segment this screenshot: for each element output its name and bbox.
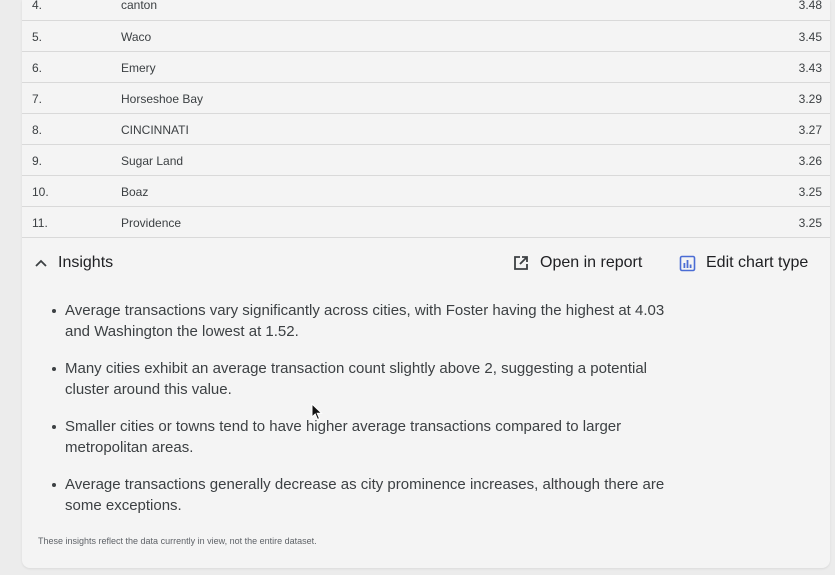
insights-title: Insights xyxy=(58,254,114,271)
edit-chart-type-button[interactable]: Edit chart type xyxy=(679,254,808,272)
row-value: 3.26 xyxy=(798,154,822,168)
table-row[interactable]: 11. Providence 3.25 xyxy=(22,207,830,238)
open-in-report-button[interactable]: Open in report xyxy=(512,254,642,272)
insight-item: Smaller cities or towns tend to have hig… xyxy=(52,416,672,458)
insight-item: Average transactions generally decrease … xyxy=(52,474,672,516)
open-in-report-label: Open in report xyxy=(540,254,643,271)
row-city: Sugar Land xyxy=(121,154,184,168)
row-rank: 6. xyxy=(32,61,43,75)
row-value: 3.45 xyxy=(798,30,822,44)
insight-item: Average transactions vary significantly … xyxy=(52,300,672,342)
chevron-up-icon xyxy=(35,259,47,267)
row-city: Providence xyxy=(121,216,182,230)
insight-item: Many cities exhibit an average transacti… xyxy=(52,358,672,400)
table-row[interactable]: 10. Boaz 3.25 xyxy=(22,176,830,207)
mouse-pointer-icon xyxy=(311,403,323,421)
row-value: 3.29 xyxy=(798,92,822,106)
insights-header: Insights Open in report Edit chart type xyxy=(22,250,830,280)
row-city: Emery xyxy=(121,61,156,75)
row-value: 3.43 xyxy=(798,61,822,75)
row-city: Boaz xyxy=(121,185,149,199)
insights-footnote: These insights reflect the data currentl… xyxy=(38,536,317,546)
row-rank: 4. xyxy=(32,0,43,12)
row-rank: 7. xyxy=(32,92,43,106)
table-row[interactable]: 4. canton 3.48 xyxy=(22,0,830,21)
open-in-new-icon xyxy=(514,256,528,270)
table-row[interactable]: 9. Sugar Land 3.26 xyxy=(22,145,830,176)
edit-chart-type-label: Edit chart type xyxy=(706,254,809,271)
row-value: 3.25 xyxy=(798,216,822,230)
row-city: Waco xyxy=(121,30,152,44)
row-city: canton xyxy=(121,0,158,12)
table-row[interactable]: 6. Emery 3.43 xyxy=(22,52,830,83)
row-value: 3.27 xyxy=(798,123,822,137)
insights-list: Average transactions vary significantly … xyxy=(52,300,672,532)
row-city: CINCINNATI xyxy=(121,123,189,137)
insights-card: 4. canton 3.48 5. Waco 3.45 6. Emery 3.4… xyxy=(22,0,830,568)
row-value: 3.25 xyxy=(798,185,822,199)
data-table: 4. canton 3.48 5. Waco 3.45 6. Emery 3.4… xyxy=(22,0,830,238)
bar-chart-icon xyxy=(679,255,696,271)
row-rank: 5. xyxy=(32,30,43,44)
row-value: 3.48 xyxy=(798,0,822,12)
row-rank: 10. xyxy=(32,185,49,199)
row-rank: 8. xyxy=(32,123,43,137)
table-row[interactable]: 5. Waco 3.45 xyxy=(22,21,830,52)
insights-toggle-button[interactable]: Insights xyxy=(34,254,113,272)
table-row[interactable]: 8. CINCINNATI 3.27 xyxy=(22,114,830,145)
row-rank: 11. xyxy=(32,216,48,230)
row-rank: 9. xyxy=(32,154,43,168)
table-row[interactable]: 7. Horseshoe Bay 3.29 xyxy=(22,83,830,114)
row-city: Horseshoe Bay xyxy=(121,92,204,106)
